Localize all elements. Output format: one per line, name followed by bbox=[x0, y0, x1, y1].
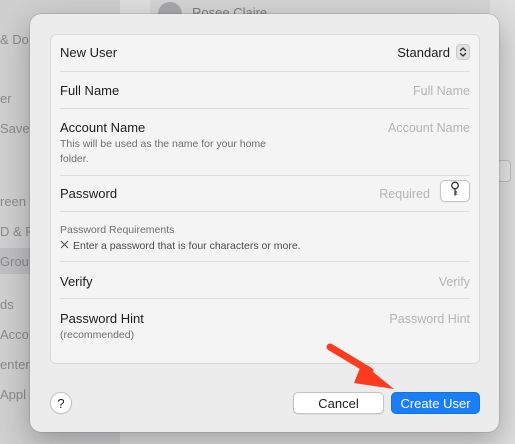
new-user-row: New User Standard bbox=[60, 35, 470, 72]
password-requirements-row: Password Requirements Enter a password t… bbox=[60, 212, 470, 262]
account-name-label: Account Name bbox=[60, 120, 146, 135]
password-requirements-title: Password Requirements bbox=[60, 224, 175, 236]
full-name-field[interactable] bbox=[270, 82, 470, 100]
background-sidebar-item: & Do bbox=[0, 32, 29, 47]
password-assistant-button[interactable] bbox=[440, 180, 470, 202]
password-requirement-text: Enter a password that is four characters… bbox=[73, 240, 301, 252]
full-name-label: Full Name bbox=[60, 83, 120, 98]
new-user-label: New User bbox=[60, 45, 118, 60]
account-name-description: This will be used as the name for your h… bbox=[60, 138, 267, 165]
background-sidebar-item: er bbox=[0, 91, 12, 106]
new-user-form: New User Standard Full Name Account Name… bbox=[50, 34, 480, 364]
account-name-row: Account Name This will be used as the na… bbox=[60, 109, 470, 176]
background-sidebar-item: Appl bbox=[0, 387, 27, 402]
help-button[interactable]: ? bbox=[50, 392, 72, 414]
account-type-select[interactable]: Standard bbox=[397, 42, 470, 62]
create-user-button[interactable]: Create User bbox=[391, 392, 480, 414]
new-user-sheet: New User Standard Full Name Account Name… bbox=[30, 14, 499, 432]
background-sidebar-item: enter bbox=[0, 357, 30, 372]
key-icon bbox=[450, 181, 460, 202]
background-sidebar-item: Grou bbox=[0, 254, 29, 269]
account-type-value: Standard bbox=[397, 44, 450, 60]
background-sidebar-item: Saver bbox=[0, 121, 34, 136]
password-requirement-item: Enter a password that is four characters… bbox=[60, 240, 301, 252]
password-row: Password bbox=[60, 176, 470, 212]
verify-field[interactable] bbox=[270, 273, 470, 291]
password-label: Password bbox=[60, 186, 118, 201]
password-field[interactable] bbox=[270, 185, 430, 203]
password-hint-recommended: (recommended) bbox=[60, 329, 135, 341]
password-hint-label: Password Hint bbox=[60, 311, 144, 326]
x-mark-icon bbox=[60, 240, 69, 252]
full-name-row: Full Name bbox=[60, 72, 470, 109]
chevron-up-down-icon bbox=[456, 44, 470, 60]
account-name-field[interactable] bbox=[270, 119, 470, 137]
cancel-button[interactable]: Cancel bbox=[293, 392, 384, 414]
background-sidebar-item: reen bbox=[0, 194, 27, 209]
verify-row: Verify bbox=[60, 262, 470, 299]
background-sidebar-item: Acco bbox=[0, 327, 29, 342]
verify-label: Verify bbox=[60, 274, 93, 289]
background-edge-button bbox=[497, 160, 511, 182]
password-hint-row: Password Hint (recommended) bbox=[60, 299, 470, 363]
background-sidebar-item: ds bbox=[0, 297, 14, 312]
password-hint-field[interactable] bbox=[270, 310, 470, 328]
